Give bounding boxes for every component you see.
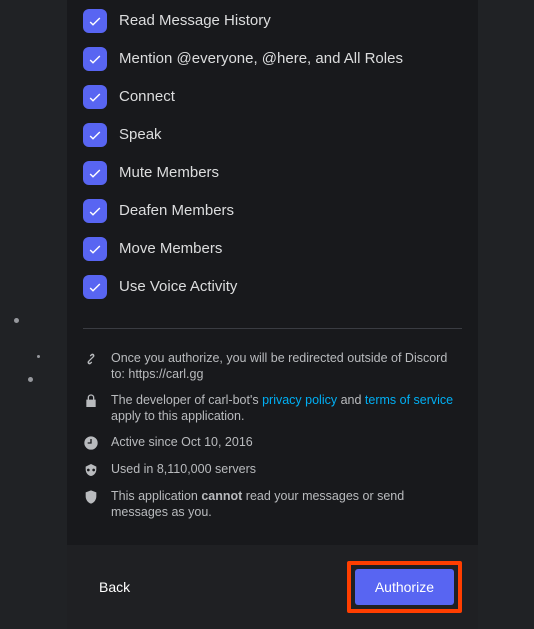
- lock-icon: [83, 393, 99, 409]
- highlight-annotation: Authorize: [347, 561, 462, 613]
- info-text: Once you authorize, you will be redirect…: [111, 350, 462, 382]
- permission-label: Move Members: [119, 239, 222, 259]
- text: The developer of carl-bot's: [111, 393, 262, 407]
- check-icon: [87, 13, 103, 29]
- permission-checkbox[interactable]: [83, 85, 107, 109]
- modal-body: Read Message History Mention @everyone, …: [67, 0, 478, 545]
- permission-row: Connect: [83, 78, 462, 116]
- permission-label: Use Voice Activity: [119, 277, 237, 297]
- permission-row: Read Message History: [83, 2, 462, 40]
- check-icon: [87, 279, 103, 295]
- oauth-modal: Read Message History Mention @everyone, …: [67, 0, 478, 629]
- redirect-url: https://carl.gg: [128, 367, 203, 381]
- info-active-since: Active since Oct 10, 2016: [83, 429, 462, 456]
- permission-row: Move Members: [83, 230, 462, 268]
- info-shield: This application cannot read your messag…: [83, 483, 462, 525]
- divider: [83, 328, 462, 329]
- text: This application: [111, 489, 201, 503]
- permission-label: Mention @everyone, @here, and All Roles: [119, 49, 403, 69]
- info-text: Active since Oct 10, 2016: [111, 434, 253, 451]
- check-icon: [87, 127, 103, 143]
- bg-decoration: [14, 318, 19, 323]
- info-text: This application cannot read your messag…: [111, 488, 462, 520]
- authorize-button[interactable]: Authorize: [355, 569, 454, 605]
- permission-label: Deafen Members: [119, 201, 234, 221]
- permission-row: Mute Members: [83, 154, 462, 192]
- link-icon: [83, 351, 99, 367]
- permission-row: Speak: [83, 116, 462, 154]
- info-text: The developer of carl-bot's privacy poli…: [111, 392, 462, 424]
- permission-row: Deafen Members: [83, 192, 462, 230]
- permission-checkbox[interactable]: [83, 47, 107, 71]
- shield-icon: [83, 489, 99, 505]
- text-strong: cannot: [201, 489, 242, 503]
- permission-checkbox[interactable]: [83, 237, 107, 261]
- info-redirect: Once you authorize, you will be redirect…: [83, 345, 462, 387]
- permission-label: Mute Members: [119, 163, 219, 183]
- check-icon: [87, 165, 103, 181]
- check-icon: [87, 203, 103, 219]
- permission-row: Mention @everyone, @here, and All Roles: [83, 40, 462, 78]
- back-button[interactable]: Back: [83, 569, 146, 605]
- servers-icon: [83, 462, 99, 478]
- info-developer-policy: The developer of carl-bot's privacy poli…: [83, 387, 462, 429]
- text: and: [337, 393, 365, 407]
- info-server-count: Used in 8,110,000 servers: [83, 456, 462, 483]
- privacy-policy-link[interactable]: privacy policy: [262, 393, 337, 407]
- clock-icon: [83, 435, 99, 451]
- permission-label: Read Message History: [119, 11, 271, 31]
- text: apply to this application.: [111, 409, 244, 423]
- permission-checkbox[interactable]: [83, 161, 107, 185]
- check-icon: [87, 51, 103, 67]
- tos-link[interactable]: terms of service: [365, 393, 453, 407]
- permission-checkbox[interactable]: [83, 9, 107, 33]
- modal-footer: Back Authorize: [67, 545, 478, 629]
- bg-decoration: [28, 377, 33, 382]
- bg-decoration: [37, 355, 40, 358]
- info-text: Used in 8,110,000 servers: [111, 461, 256, 478]
- permission-row: Use Voice Activity: [83, 268, 462, 306]
- permission-checkbox[interactable]: [83, 123, 107, 147]
- permission-checkbox[interactable]: [83, 199, 107, 223]
- permission-label: Speak: [119, 125, 162, 145]
- check-icon: [87, 89, 103, 105]
- permission-label: Connect: [119, 87, 175, 107]
- permission-checkbox[interactable]: [83, 275, 107, 299]
- permissions-list: Read Message History Mention @everyone, …: [83, 0, 462, 306]
- check-icon: [87, 241, 103, 257]
